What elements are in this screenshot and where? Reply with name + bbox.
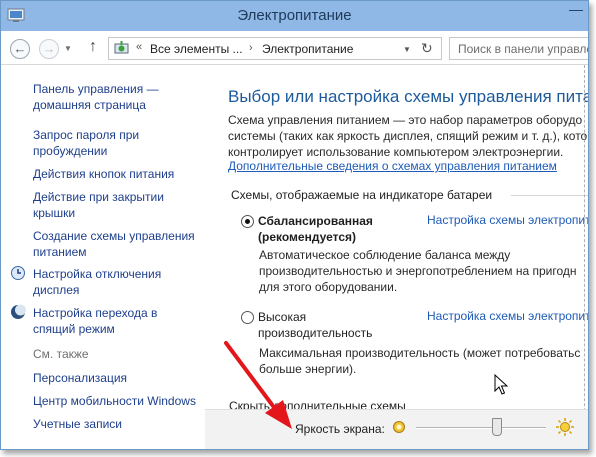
- refresh-icon[interactable]: ↻: [421, 40, 433, 57]
- sidebar-item-label: крышки: [33, 206, 76, 220]
- more-info-link[interactable]: Дополнительные сведения о схемах управле…: [228, 159, 557, 173]
- mouse-cursor-icon: [494, 374, 508, 395]
- sidebar-item-label: Панель управления —: [33, 82, 159, 96]
- sidebar-item-power-buttons[interactable]: Действия кнопок питания: [33, 166, 174, 182]
- breadcrumb-separator[interactable]: ›: [249, 42, 253, 54]
- address-dropdown-icon[interactable]: ▼: [403, 45, 411, 54]
- power-options-icon: [114, 41, 129, 54]
- address-bar[interactable]: « Все элементы ... › Электропитание ▼ ↻: [108, 37, 442, 60]
- page-title: Выбор или настройка схемы управления пит…: [228, 87, 589, 106]
- brightness-bar: Яркость экрана:: [205, 409, 588, 449]
- see-also-personalization[interactable]: Персонализация: [33, 370, 127, 386]
- see-also-mobility-center[interactable]: Центр мобильности Windows: [33, 393, 196, 409]
- plan-name-line: Высокая: [258, 310, 307, 324]
- breadcrumb-all-items[interactable]: Все элементы ...: [150, 42, 243, 56]
- slider-track: [416, 427, 546, 429]
- high-performance-description: Максимальная производительность (может п…: [259, 345, 580, 377]
- sidebar-item-sleep[interactable]: Настройка перехода в спящий режим: [33, 305, 157, 337]
- up-button[interactable]: ↑: [89, 38, 97, 56]
- display-timer-icon: [11, 266, 25, 280]
- balanced-plan-radio[interactable]: [241, 215, 254, 228]
- section-header: Схемы, отображаемые на индикаторе батаре…: [231, 188, 493, 202]
- sidebar: Панель управления — домашняя страница За…: [1, 65, 211, 449]
- sidebar-item-label: дисплея: [33, 283, 80, 297]
- description-line: системы (таких как яркость дисплея, спящ…: [228, 129, 589, 143]
- sidebar-item-label: Создание схемы управления: [33, 229, 195, 243]
- brightness-low-icon: [393, 421, 405, 433]
- see-also-heading: См. также: [33, 347, 89, 361]
- forward-button[interactable]: →: [39, 39, 59, 59]
- high-performance-plan-radio[interactable]: [241, 311, 254, 324]
- high-performance-plan-name[interactable]: Высокая производительность: [258, 309, 372, 341]
- brightness-high-icon: [556, 418, 574, 436]
- sidebar-item-label: Настройка отключения: [33, 267, 162, 281]
- sidebar-item-password-on-wakeup[interactable]: Запрос пароля при пробуждении: [33, 127, 139, 159]
- see-also-user-accounts[interactable]: Учетные записи: [33, 416, 122, 432]
- sidebar-item-control-panel-home[interactable]: Панель управления — домашняя страница: [33, 81, 159, 113]
- plan-description-line: Максимальная производительность (может п…: [259, 346, 581, 360]
- sidebar-item-create-plan[interactable]: Создание схемы управления питанием: [33, 228, 195, 260]
- brightness-slider[interactable]: [416, 418, 546, 438]
- window-title: Электропитание: [237, 7, 352, 24]
- sidebar-item-label: домашняя страница: [33, 98, 146, 112]
- plan-description-line: больше энергии).: [259, 362, 357, 376]
- plan-name-line: (рекомендуется): [258, 230, 357, 244]
- slider-thumb[interactable]: [491, 418, 502, 436]
- plan-description-line: Автоматическое соблюдение баланса между: [259, 248, 511, 262]
- high-performance-settings-link[interactable]: Настройка схемы электропит: [427, 309, 588, 323]
- breadcrumb-power-options[interactable]: Электропитание: [262, 42, 353, 56]
- balanced-plan-description: Автоматическое соблюдение баланса между …: [259, 247, 576, 295]
- sidebar-item-label: Настройка перехода в: [33, 306, 158, 320]
- sleep-moon-icon: [11, 304, 26, 319]
- main-content: Выбор или настройка схемы управления пит…: [211, 65, 589, 449]
- radio-selected-dot: [245, 219, 250, 224]
- title-bar: Электропитание —: [1, 1, 588, 31]
- description-line: Схема управления питанием — это набор па…: [228, 113, 583, 127]
- search-input[interactable]: Поиск в панели управле: [449, 37, 588, 60]
- plan-description-line: для этого оборудовании.: [259, 280, 398, 294]
- balanced-plan-name[interactable]: Сбалансированная (рекомендуется): [258, 213, 373, 245]
- breadcrumb-overflow[interactable]: «: [136, 41, 142, 53]
- navigation-bar: ← → ▼ ↑ « Все элементы ... › Электропита…: [1, 31, 588, 65]
- sidebar-item-label: питанием: [33, 245, 87, 259]
- sidebar-item-display-off[interactable]: Настройка отключения дисплея: [33, 266, 161, 298]
- sidebar-item-label: спящий режим: [33, 322, 115, 336]
- sidebar-item-label: пробуждении: [33, 144, 108, 158]
- sidebar-item-label: Действие при закрытии: [33, 190, 164, 204]
- history-dropdown-icon[interactable]: ▼: [64, 44, 72, 53]
- scrollbar[interactable]: [584, 65, 588, 449]
- plan-description-line: производительностью и энергопотреблением…: [259, 264, 577, 278]
- brightness-label: Яркость экрана:: [295, 422, 385, 436]
- back-button[interactable]: ←: [10, 39, 30, 59]
- plan-name-line: производительность: [258, 326, 373, 340]
- sidebar-item-lid-close[interactable]: Действие при закрытии крышки: [33, 189, 164, 221]
- balanced-plan-settings-link[interactable]: Настройка схемы электропит: [427, 213, 588, 227]
- sidebar-item-label: Действия кнопок питания: [33, 167, 175, 181]
- minimize-button[interactable]: —: [564, 1, 588, 23]
- description-line: контролирует использование компьютером э…: [228, 145, 564, 159]
- plan-name-line: Сбалансированная: [258, 214, 373, 228]
- section-divider: [511, 195, 588, 196]
- sidebar-item-label: Запрос пароля при: [33, 128, 140, 142]
